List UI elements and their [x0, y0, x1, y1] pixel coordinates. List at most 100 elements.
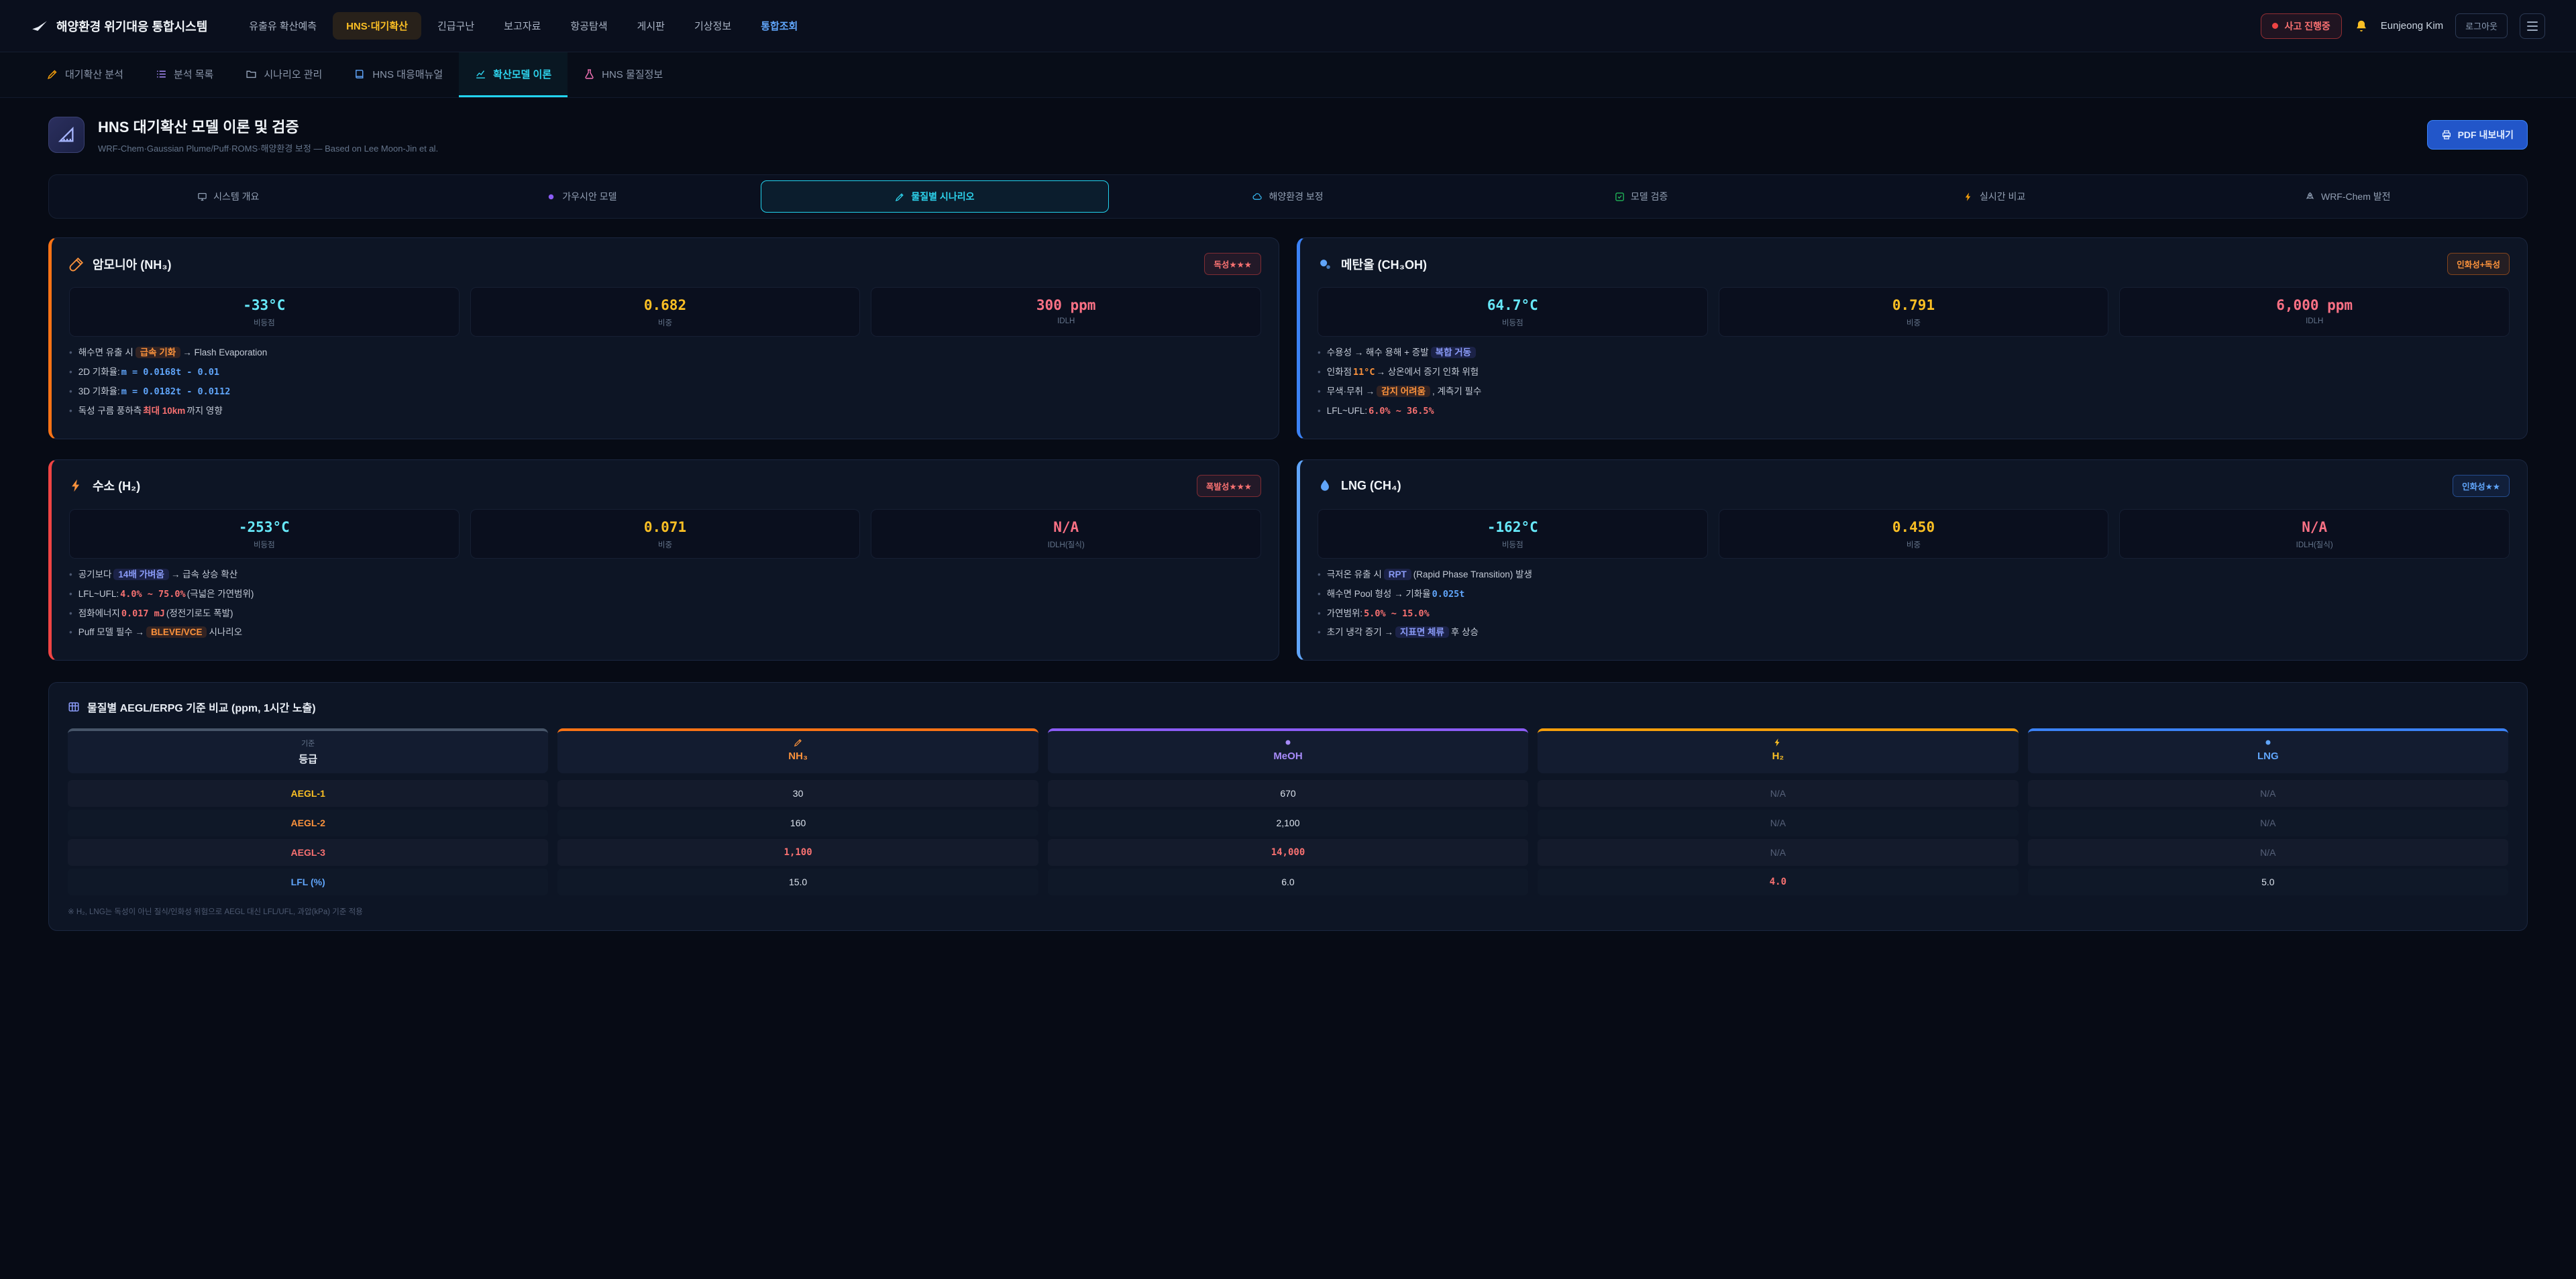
subnav-item-label: HNS 물질정보: [602, 67, 663, 81]
cell-value: N/A: [2028, 780, 2508, 807]
stat-label: 비등점: [70, 317, 459, 328]
card-header: 메탄올 (CH₃OH)인화성+독성: [1318, 253, 2510, 275]
section-tab-label: WRF-Chem 발전: [2321, 190, 2391, 203]
cell-value: N/A: [1538, 839, 2018, 866]
section-tab-2[interactable]: 가우시안 모델: [408, 180, 756, 213]
stat-label: 비등점: [1318, 317, 1707, 328]
bell-icon[interactable]: [2354, 19, 2369, 34]
note-text: 초기 냉각 증기 →: [1327, 627, 1393, 637]
test-tube-icon: [69, 257, 84, 272]
note-highlight: 11°C: [1353, 367, 1375, 378]
brand[interactable]: 해양환경 위기대응 통합시스템: [31, 17, 207, 35]
stat-grid: -162°C비등점0.450비중N/AIDLH(질식): [1318, 509, 2510, 559]
brand-title: 해양환경 위기대응 통합시스템: [56, 17, 207, 35]
comparison-title-row: 물질별 AEGL/ERPG 기준 비교 (ppm, 1시간 노출): [68, 699, 2508, 715]
incident-status-badge[interactable]: 사고 진행중: [2261, 13, 2341, 39]
main-menu-item-3[interactable]: 긴급구난: [424, 12, 488, 40]
cell-value: 1,100: [557, 839, 1038, 866]
note-text: 수용성 → 해수 용해 + 증발: [1327, 347, 1429, 357]
main-menu-item-4[interactable]: 보고자료: [490, 12, 554, 40]
folder-icon: [246, 68, 257, 80]
subnav-item-6[interactable]: HNS 물질정보: [568, 52, 679, 97]
molecule-icon: [1318, 257, 1332, 272]
pdf-export-label: PDF 내보내기: [2458, 128, 2514, 142]
note-highlight: BLEVE/VCE: [146, 626, 207, 638]
comparison-rows: AEGL-130670N/AN/A AEGL-21602,100N/AN/A AEG…: [68, 780, 2508, 895]
pdf-export-button[interactable]: PDF 내보내기: [2427, 120, 2528, 150]
logout-button[interactable]: 로그아웃: [2455, 13, 2508, 38]
page-subtitle: WRF-Chem·Gaussian Plume/Puff·ROMS·해양환경 보…: [98, 142, 438, 154]
cloud-icon: [1252, 192, 1263, 202]
note-highlight: 14배 가벼움: [113, 569, 168, 580]
note-text: , 계측기 필수: [1432, 386, 1481, 396]
subnav-item-1[interactable]: 대기확산 분석: [31, 52, 140, 97]
hamburger-menu-button[interactable]: [2520, 13, 2545, 39]
substance-card-methanol: 메탄올 (CH₃OH)인화성+독성64.7°C비등점0.791비중6,000 p…: [1297, 237, 2528, 439]
main-menu-item-5[interactable]: 항공탐색: [557, 12, 621, 40]
comparison-row-2: AEGL-21602,100N/AN/A: [68, 810, 2508, 836]
stat-label: IDLH: [2120, 317, 2509, 325]
subnav-item-label: 확산모델 이론: [493, 67, 551, 81]
note-text: (극넓은 가연범위): [187, 589, 254, 599]
section-tab-label: 가우시안 모델: [562, 190, 616, 203]
subnav-item-label: 분석 목록: [174, 67, 213, 81]
note-text: 극저온 유출 시: [1327, 569, 1382, 579]
topnav-right-cluster: 사고 진행중 Eunjeong Kim 로그아웃: [2261, 13, 2545, 39]
card-notes: 공기보다14배 가벼움→ 급속 상승 확산LFL~UFL:4.0% ~ 75.0…: [69, 568, 1261, 641]
section-tab-7[interactable]: WRF-Chem 발전: [2174, 180, 2522, 213]
note-line: 공기보다14배 가벼움→ 급속 상승 확산: [69, 568, 1261, 582]
section-tab-bar: 시스템 개요 가우시안 모델 물질별 시나리오해양환경 보정모델 검증실시간 비교 W…: [48, 174, 2528, 219]
comparison-row-4: LFL (%)15.06.04.05.0: [68, 869, 2508, 895]
card-notes: 해수면 유출 시급속 기화→ Flash Evaporation2D 기화율:m…: [69, 346, 1261, 419]
printer-icon: [2441, 129, 2452, 140]
note-text: → Flash Evaporation: [182, 347, 267, 357]
main-menu-item-1[interactable]: 유출유 확산예측: [235, 12, 330, 40]
flask-icon: [584, 68, 595, 80]
note-text: (정전기로도 폭발): [166, 608, 233, 618]
row-label: AEGL-1: [68, 780, 548, 807]
stat-label: IDLH: [871, 317, 1260, 325]
main-menu-item-7[interactable]: 기상정보: [681, 12, 745, 40]
hazard-badge: 인화성+독성: [2447, 253, 2510, 275]
cell-value: N/A: [2028, 810, 2508, 836]
stat-label: 비중: [1719, 317, 2108, 328]
card-header: 수소 (H₂)폭발성★★★: [69, 475, 1261, 497]
note-highlight: 감지 어려움: [1377, 386, 1430, 397]
stat-box: -162°C비등점: [1318, 509, 1708, 559]
hazard-badge: 폭발성★★★: [1197, 475, 1261, 497]
subnav-item-5[interactable]: 확산모델 이론: [459, 52, 568, 97]
hazard-badge: 인화성★★: [2453, 475, 2510, 497]
section-tab-4[interactable]: 해양환경 보정: [1114, 180, 1462, 213]
main-menu-item-6[interactable]: 게시판: [624, 12, 678, 40]
bolt-icon: [69, 478, 84, 493]
substance-card-lng: LNG (CH₄)인화성★★-162°C비등점0.450비중N/AIDLH(질식…: [1297, 459, 2528, 661]
comparison-column-header-5: LNG: [2028, 728, 2508, 773]
section-tab-3[interactable]: 물질별 시나리오: [761, 180, 1109, 213]
note-line: 해수면 Pool 형성 → 기화율0.025t: [1318, 588, 2510, 602]
section-tab-1[interactable]: 시스템 개요: [54, 180, 402, 213]
main-menu-item-8[interactable]: 통합조회: [747, 12, 811, 40]
status-dot-icon: [2272, 23, 2278, 29]
comparison-column-header-2: NH₃: [557, 728, 1038, 773]
card-title: 암모니아 (NH₃): [93, 256, 172, 273]
section-tab-label: 시스템 개요: [213, 190, 259, 203]
subnav-item-3[interactable]: 시나리오 관리: [229, 52, 338, 97]
note-line: 가연범위:5.0% ~ 15.0%: [1318, 607, 2510, 621]
stat-box: 64.7°C비등점: [1318, 287, 1708, 337]
pencil-icon: [794, 738, 803, 747]
section-tab-6[interactable]: 실시간 비교: [1821, 180, 2169, 213]
main-menu-item-2[interactable]: HNS·대기확산: [333, 12, 421, 40]
user-name: Eunjeong Kim: [2381, 20, 2443, 32]
subnav-item-2[interactable]: 분석 목록: [140, 52, 229, 97]
subnav-item-4[interactable]: HNS 대응매뉴얼: [338, 52, 459, 97]
note-highlight: 0.025t: [1432, 589, 1465, 600]
section-tab-5[interactable]: 모델 검증: [1467, 180, 1815, 213]
stat-box: 0.682비중: [470, 287, 861, 337]
note-highlight: RPT: [1384, 569, 1411, 580]
comparison-row-1: AEGL-130670N/AN/A: [68, 780, 2508, 807]
note-text: 후 상승: [1451, 627, 1479, 637]
stat-value: 6,000 ppm: [2120, 297, 2509, 313]
page-header-text: HNS 대기확산 모델 이론 및 검증 WRF-Chem·Gaussian Pl…: [98, 115, 438, 154]
note-text: 점화에너지: [78, 608, 120, 618]
column-label: MeOH: [1273, 750, 1302, 762]
